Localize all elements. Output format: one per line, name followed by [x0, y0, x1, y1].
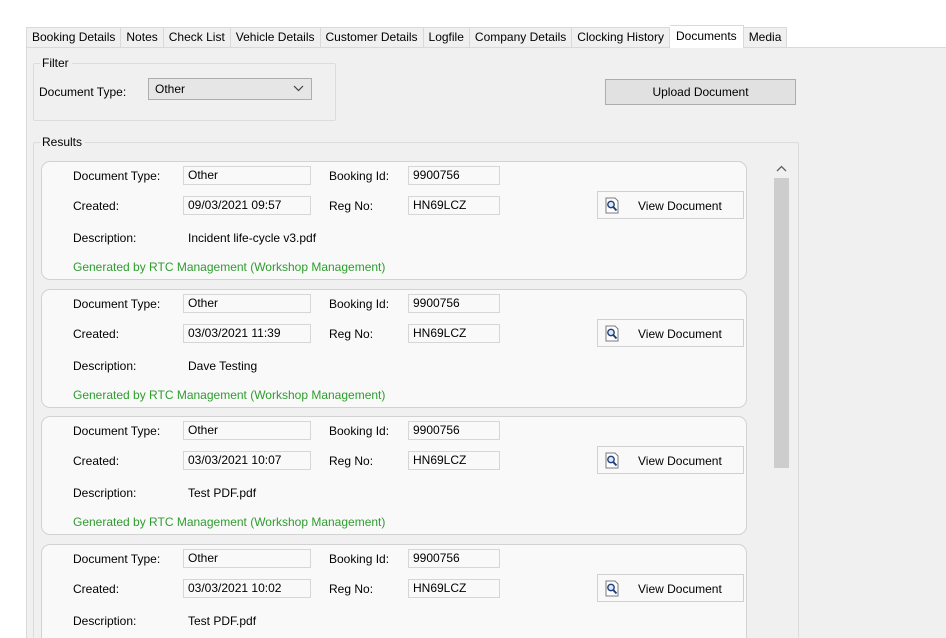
scroll-up-arrow-icon[interactable]: [776, 165, 787, 173]
view-document-label: View Document: [638, 582, 722, 596]
magnifier-page-icon: [605, 325, 619, 342]
description-label: Description:: [73, 614, 137, 628]
booking-id-value: 9900756: [408, 166, 500, 185]
tab-notes[interactable]: Notes: [121, 27, 164, 48]
view-document-label: View Document: [638, 327, 722, 341]
booking-id-label: Booking Id:: [329, 297, 390, 311]
created-value: 03/03/2021 10:07: [183, 451, 311, 470]
view-document-button[interactable]: View Document: [597, 574, 744, 602]
generated-by-text: Generated by RTC Management (Workshop Ma…: [73, 260, 386, 274]
view-document-button[interactable]: View Document: [597, 319, 744, 347]
created-label: Created:: [73, 582, 120, 596]
tab-vehicle-details[interactable]: Vehicle Details: [230, 27, 321, 48]
tab-documents[interactable]: Documents: [669, 25, 744, 48]
results-scrollbar[interactable]: [773, 161, 790, 638]
description-label: Description:: [73, 231, 137, 245]
description-label: Description:: [73, 486, 137, 500]
chevron-down-icon: [293, 85, 304, 92]
filter-group-title: Filter: [40, 56, 72, 70]
document-card: Document Type: Other Booking Id: 9900756…: [41, 416, 747, 535]
document-type-selected-value: Other: [155, 82, 186, 96]
booking-id-value: 9900756: [408, 549, 500, 568]
document-type-label: Document Type:: [73, 552, 161, 566]
results-group: Results Document Type: Other Booking Id:…: [33, 135, 800, 638]
view-document-button[interactable]: View Document: [597, 191, 744, 219]
document-type-label: Document Type:: [73, 297, 161, 311]
document-type-value: Other: [183, 294, 311, 313]
tab-check-list[interactable]: Check List: [163, 27, 231, 48]
document-type-value: Other: [183, 549, 311, 568]
booking-id-label: Booking Id:: [329, 169, 390, 183]
reg-no-label: Reg No:: [329, 582, 374, 596]
created-label: Created:: [73, 454, 120, 468]
created-value: 09/03/2021 09:57: [183, 196, 311, 215]
tab-customer-details[interactable]: Customer Details: [320, 27, 424, 48]
magnifier-page-icon: [605, 197, 619, 214]
document-type-label: Document Type:: [73, 169, 161, 183]
tab-strip: Booking Details Notes Check List Vehicle…: [26, 25, 788, 48]
reg-no-value: HN69LCZ: [408, 324, 500, 343]
reg-no-value: HN69LCZ: [408, 451, 500, 470]
reg-no-value: HN69LCZ: [408, 579, 500, 598]
view-document-label: View Document: [638, 199, 722, 213]
documents-panel: Filter Document Type: Other Upload Docum…: [26, 47, 946, 638]
document-card: Document Type: Other Booking Id: 9900756…: [41, 161, 747, 280]
document-card: Document Type: Other Booking Id: 9900756…: [41, 544, 747, 638]
tab-logfile[interactable]: Logfile: [423, 27, 470, 48]
view-document-button[interactable]: View Document: [597, 446, 744, 474]
upload-document-button[interactable]: Upload Document: [605, 79, 796, 105]
document-type-label: Document Type:: [73, 424, 161, 438]
booking-id-label: Booking Id:: [329, 552, 390, 566]
description-value: Test PDF.pdf: [188, 614, 257, 628]
created-label: Created:: [73, 199, 120, 213]
reg-no-value: HN69LCZ: [408, 196, 500, 215]
description-value: Incident life-cycle v3.pdf: [188, 231, 317, 245]
magnifier-page-icon: [605, 452, 619, 469]
tab-booking-details[interactable]: Booking Details: [26, 27, 122, 48]
reg-no-label: Reg No:: [329, 199, 374, 213]
document-type-value: Other: [183, 166, 311, 185]
tab-media[interactable]: Media: [743, 27, 788, 48]
scrollbar-thumb[interactable]: [774, 178, 789, 468]
created-label: Created:: [73, 327, 120, 341]
booking-id-label: Booking Id:: [329, 424, 390, 438]
reg-no-label: Reg No:: [329, 327, 374, 341]
booking-id-value: 9900756: [408, 294, 500, 313]
generated-by-text: Generated by RTC Management (Workshop Ma…: [73, 515, 386, 529]
document-type-select[interactable]: Other: [148, 78, 312, 100]
document-card: Document Type: Other Booking Id: 9900756…: [41, 289, 747, 408]
description-label: Description:: [73, 359, 137, 373]
view-document-label: View Document: [638, 454, 722, 468]
document-type-value: Other: [183, 421, 311, 440]
description-value: Dave Testing: [188, 359, 258, 373]
magnifier-page-icon: [605, 580, 619, 597]
created-value: 03/03/2021 11:39: [183, 324, 311, 343]
reg-no-label: Reg No:: [329, 454, 374, 468]
tab-clocking-history[interactable]: Clocking History: [572, 27, 670, 48]
booking-id-value: 9900756: [408, 421, 500, 440]
generated-by-text: Generated by RTC Management (Workshop Ma…: [73, 388, 386, 402]
description-value: Test PDF.pdf: [188, 486, 257, 500]
document-type-label: Document Type:: [39, 85, 127, 99]
results-list: Document Type: Other Booking Id: 9900756…: [34, 143, 800, 638]
filter-group: Filter Document Type: Other: [33, 56, 336, 121]
tab-company-details[interactable]: Company Details: [469, 27, 573, 48]
created-value: 03/03/2021 10:02: [183, 579, 311, 598]
